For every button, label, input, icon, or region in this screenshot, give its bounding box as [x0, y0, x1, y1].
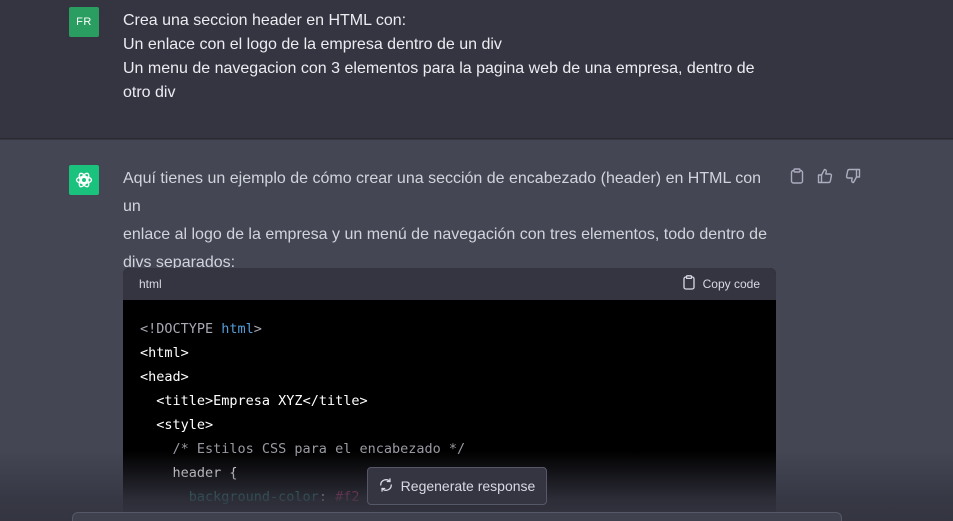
- user-message: FR Crea una seccion header en HTML con: …: [0, 0, 953, 139]
- user-message-text: Crea una seccion header en HTML con: Un …: [123, 9, 763, 105]
- thumbs-down-icon[interactable]: [844, 167, 862, 185]
- assistant-line: Aquí tienes un ejemplo de cómo crear una…: [123, 170, 762, 215]
- message-actions: [788, 167, 862, 185]
- copy-code-label: Copy code: [702, 277, 760, 291]
- code-token: </title>: [302, 393, 368, 409]
- code-line: <!DOCTYPE html>: [140, 317, 759, 341]
- code-line: <title>Empresa XYZ</title>: [140, 389, 759, 413]
- user-line: Un enlace con el logo de la empresa dent…: [123, 36, 502, 53]
- code-language: html: [139, 277, 162, 291]
- regenerate-label: Regenerate response: [400, 478, 536, 494]
- code-token: background-color: [140, 489, 319, 505]
- code-line: <style>: [140, 417, 214, 433]
- chat-input[interactable]: [72, 512, 842, 521]
- clipboard-icon[interactable]: [788, 167, 806, 185]
- user-line: Crea una seccion header en HTML con:: [123, 12, 407, 29]
- code-token: Empresa XYZ: [213, 393, 303, 409]
- code-header: html Copy code: [123, 268, 776, 300]
- code-line: <html>: [140, 345, 189, 361]
- assistant-line: enlace al logo de la empresa y un menú d…: [123, 226, 767, 243]
- user-line: Un menu de navegacion con 3 elementos pa…: [123, 60, 755, 77]
- thumbs-up-icon[interactable]: [816, 167, 834, 185]
- code-line: /* Estilos CSS para el encabezado */: [140, 441, 466, 457]
- code-token: #f2: [335, 489, 360, 505]
- user-avatar-initials: FR: [76, 16, 92, 28]
- assistant-intro: Aquí tienes un ejemplo de cómo crear una…: [123, 165, 783, 277]
- code-token: >: [253, 321, 262, 337]
- code-token: <title>: [140, 393, 214, 409]
- clipboard-icon: [682, 275, 695, 293]
- code-line: <head>: [140, 369, 189, 385]
- user-line: otro div: [123, 84, 176, 101]
- refresh-icon: [379, 477, 393, 495]
- openai-logo-icon: [69, 165, 99, 195]
- code-token: <!DOCTYPE: [140, 321, 222, 337]
- regenerate-response-button[interactable]: Regenerate response: [367, 467, 547, 505]
- assistant-message: Aquí tienes un ejemplo de cómo crear una…: [0, 140, 953, 521]
- code-token: html: [221, 321, 254, 337]
- code-token: :: [318, 489, 336, 505]
- user-avatar: FR: [69, 7, 99, 37]
- copy-code-button[interactable]: Copy code: [682, 275, 760, 293]
